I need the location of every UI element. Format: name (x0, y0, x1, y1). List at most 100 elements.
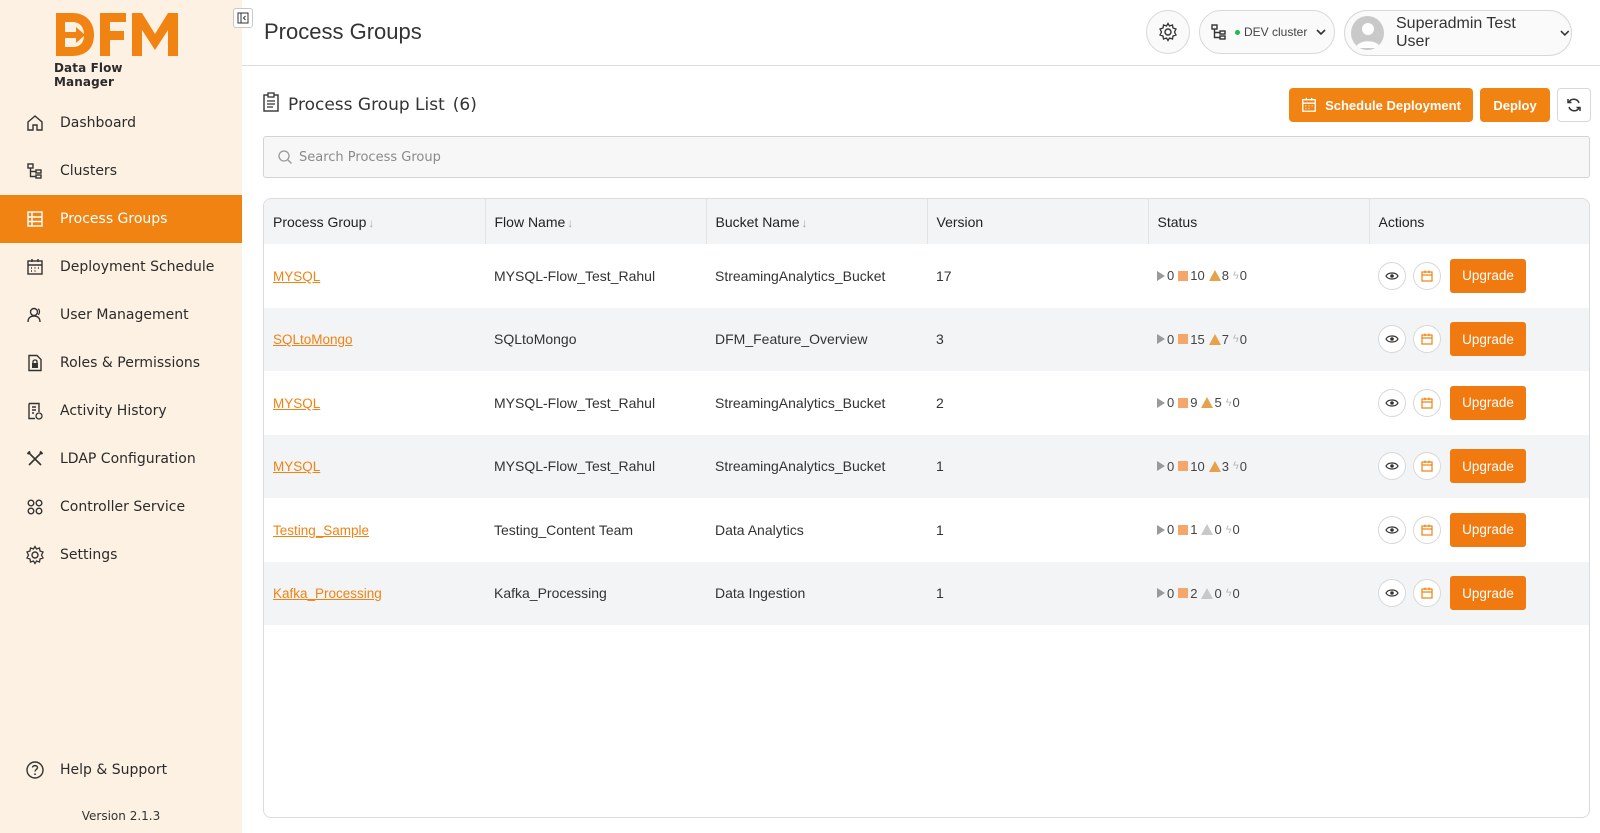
view-button[interactable] (1378, 388, 1406, 417)
version-cell: 17 (936, 267, 952, 284)
warning-icon (1208, 333, 1221, 345)
disabled-icon: ϟ (1232, 460, 1239, 473)
invalid-count: 3 (1221, 458, 1229, 474)
refresh-button[interactable] (1557, 88, 1591, 122)
sidebar-item-settings[interactable]: Settings (0, 531, 242, 579)
status-summary: 0 10 8 ϟ0 (1157, 268, 1369, 283)
process-group-link[interactable]: SQLtoMongo (273, 332, 353, 347)
running-count: 0 (1167, 395, 1175, 411)
tools-icon (25, 449, 45, 469)
eye-icon (1385, 272, 1399, 280)
stopped-count: 10 (1190, 458, 1205, 474)
column-header-flow-name[interactable]: Flow Name ↓ (485, 199, 707, 244)
disabled-icon: ϟ (1225, 396, 1232, 409)
sidebar-item-deployment-schedule[interactable]: Deployment Schedule (0, 243, 242, 291)
process-group-link[interactable]: Testing_Sample (273, 523, 369, 538)
view-button[interactable] (1378, 325, 1406, 354)
chevron-down-icon (1560, 30, 1570, 37)
sidebar: Data Flow Manager Dashboard Clusters Pro… (0, 0, 242, 833)
services-icon (25, 497, 45, 517)
process-group-link[interactable]: MYSQL (273, 269, 320, 284)
sidebar-item-activity-history[interactable]: Activity History (0, 387, 242, 435)
status-summary: 0 9 5 ϟ0 (1157, 395, 1369, 410)
process-group-link[interactable]: MYSQL (273, 459, 320, 474)
view-button[interactable] (1378, 261, 1406, 290)
running-icon (1157, 588, 1165, 599)
sort-arrow-icon: ↓ (567, 215, 574, 230)
process-group-list-title: Process Group List (6) (262, 92, 477, 117)
dfm-logo-mark (56, 13, 178, 56)
sidebar-item-dashboard[interactable]: Dashboard (0, 99, 242, 147)
sidebar-item-clusters[interactable]: Clusters (0, 147, 242, 195)
schedule-button[interactable] (1413, 579, 1441, 608)
schedule-button[interactable] (1413, 515, 1441, 544)
disabled-count: 0 (1239, 268, 1247, 284)
sidebar-item-process-groups[interactable]: Process Groups (0, 195, 242, 243)
list-title-text: Process Group List (288, 94, 445, 115)
bucket-name-cell: DFM_Feature_Overview (706, 307, 927, 371)
stopped-icon (1178, 397, 1189, 408)
sidebar-nav: Dashboard Clusters Process Groups Deploy… (0, 99, 242, 579)
schedule-button[interactable] (1413, 261, 1441, 290)
sidebar-item-controller-service[interactable]: Controller Service (0, 483, 242, 531)
table-row: MYSQL MYSQL-Flow_Test_Rahul StreamingAna… (264, 434, 1589, 498)
sidebar-item-ldap-configuration[interactable]: LDAP Configuration (0, 435, 242, 483)
invalid-count: 8 (1221, 268, 1229, 284)
column-label: Version (936, 213, 984, 230)
sidebar-item-label: Deployment Schedule (60, 259, 215, 275)
collapse-sidebar-button[interactable] (233, 8, 253, 28)
upgrade-button[interactable]: Upgrade (1450, 258, 1526, 293)
running-count: 0 (1167, 585, 1175, 601)
settings-button[interactable] (1146, 10, 1190, 54)
table-header-row: Process Group ↓ Flow Name ↓ Bucket Name ↓ V… (264, 199, 1589, 244)
dfm-logo[interactable]: Data Flow Manager (54, 10, 186, 89)
column-header-bucket-name[interactable]: Bucket Name ↓ (706, 199, 928, 244)
status-summary: 0 15 7 ϟ0 (1157, 332, 1369, 347)
search-input[interactable] (299, 149, 899, 165)
clipboard-icon (262, 92, 280, 117)
version-cell: 2 (936, 394, 944, 411)
upgrade-button[interactable]: Upgrade (1450, 449, 1526, 484)
column-header-process-group[interactable]: Process Group ↓ (264, 199, 486, 244)
schedule-button[interactable] (1413, 325, 1441, 354)
cluster-selector[interactable]: DEV cluster (1199, 10, 1335, 54)
schedule-button[interactable] (1413, 388, 1441, 417)
warning-icon (1201, 587, 1214, 599)
upgrade-button[interactable]: Upgrade (1450, 322, 1526, 357)
help-label: Help & Support (60, 762, 168, 778)
upgrade-button[interactable]: Upgrade (1450, 576, 1526, 611)
schedule-deployment-button[interactable]: Schedule Deployment (1289, 88, 1473, 122)
invalid-count: 0 (1214, 585, 1222, 601)
stopped-icon (1178, 588, 1189, 599)
eye-icon (1385, 399, 1399, 407)
bucket-name-cell: Data Analytics (715, 521, 804, 538)
stopped-count: 1 (1190, 522, 1198, 538)
table-row: Testing_Sample Testing_Content Team Data… (264, 498, 1589, 562)
deploy-button[interactable]: Deploy (1480, 88, 1550, 122)
sidebar-item-roles-permissions[interactable]: Roles & Permissions (0, 339, 242, 387)
flow-name-cell: MYSQL-Flow_Test_Rahul (494, 394, 656, 411)
calendar-icon (1421, 524, 1433, 536)
history-icon (25, 401, 45, 421)
process-group-link[interactable]: Kafka_Processing (273, 586, 382, 601)
sidebar-item-label: Activity History (60, 403, 167, 419)
invalid-count: 7 (1221, 331, 1229, 347)
column-label: Bucket Name (715, 213, 800, 230)
sidebar-item-user-management[interactable]: User Management (0, 291, 242, 339)
running-count: 0 (1167, 458, 1175, 474)
eye-icon (1385, 589, 1399, 597)
upgrade-button[interactable]: Upgrade (1450, 512, 1526, 547)
view-button[interactable] (1378, 452, 1406, 481)
user-menu[interactable]: Superadmin Test User (1344, 10, 1572, 56)
upgrade-button[interactable]: Upgrade (1450, 385, 1526, 420)
view-button[interactable] (1378, 515, 1406, 544)
version-cell: 1 (927, 561, 1148, 625)
process-group-link[interactable]: MYSQL (273, 396, 320, 411)
schedule-button[interactable] (1413, 452, 1441, 481)
column-header-version: Version (927, 199, 1149, 244)
users-icon (25, 305, 45, 325)
calendar-icon (1421, 270, 1433, 282)
view-button[interactable] (1378, 579, 1406, 608)
bucket-name-cell: StreamingAnalytics_Bucket (715, 394, 886, 411)
help-support-link[interactable]: Help & Support (25, 760, 167, 780)
